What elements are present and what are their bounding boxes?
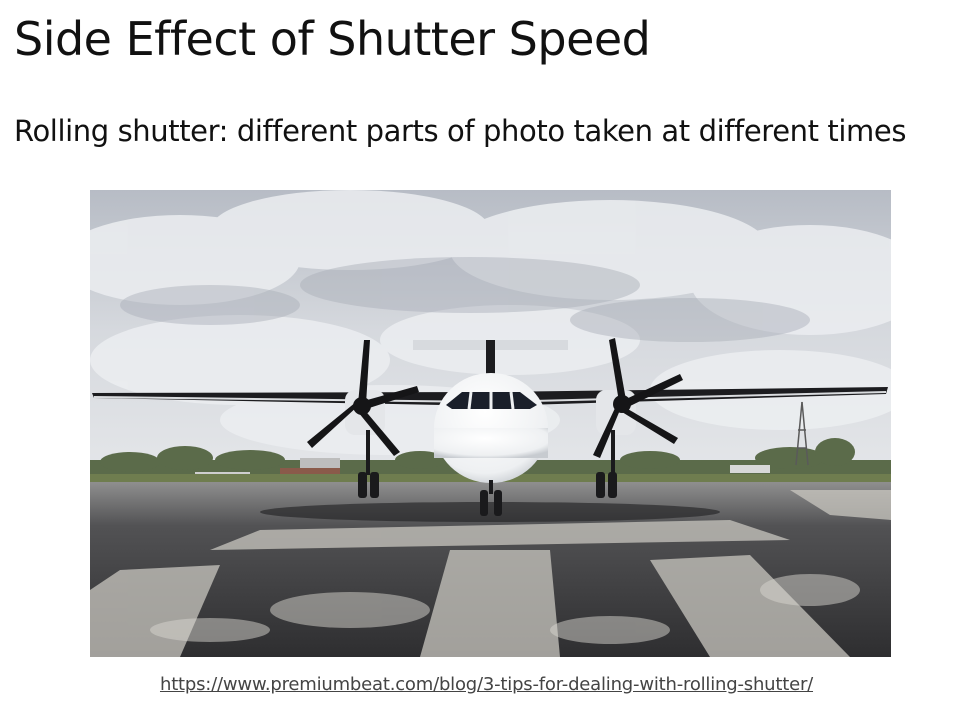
slide-subtitle: Rolling shutter: different parts of phot… [14, 114, 907, 148]
source-link[interactable]: https://www.premiumbeat.com/blog/3-tips-… [0, 674, 973, 695]
slide-title: Side Effect of Shutter Speed [14, 12, 651, 66]
airplane-photo [90, 190, 891, 657]
airplane-photo-illustration [90, 190, 891, 657]
